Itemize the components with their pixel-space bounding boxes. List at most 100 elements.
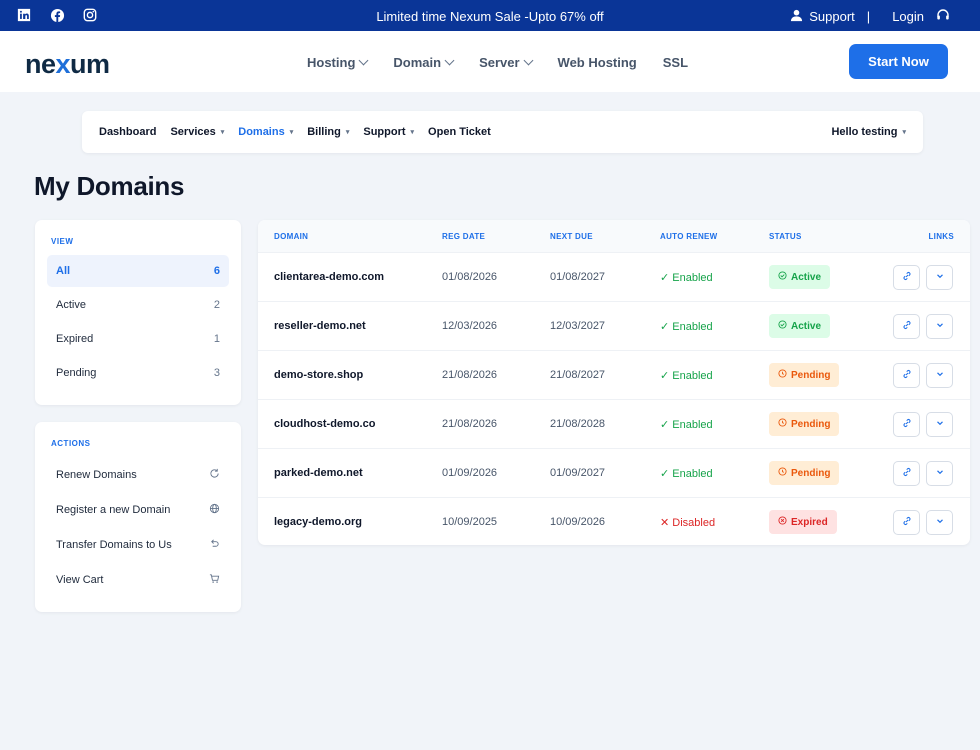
manage-link-button[interactable] — [893, 510, 920, 535]
link-icon — [902, 516, 912, 529]
subnav-open-ticket[interactable]: Open Ticket — [428, 126, 491, 138]
domain-name[interactable]: legacy-demo.org — [274, 516, 362, 528]
caret-down-icon: ▾ — [345, 129, 350, 136]
status-badge: Expired — [769, 510, 837, 534]
subnav-support[interactable]: Support ▾ — [363, 126, 414, 138]
view-cart-link[interactable]: View Cart — [56, 573, 220, 587]
transfer-domains-link[interactable]: Transfer Domains to Us — [56, 538, 220, 552]
chevron-down-icon — [935, 271, 945, 284]
caret-down-icon: ▾ — [410, 129, 415, 136]
view-filter-card: VIEW All 6 Active 2 Expired 1 Pending 3 — [35, 220, 241, 405]
globe-icon — [209, 503, 220, 517]
next-due: 01/09/2027 — [550, 467, 606, 479]
table-row[interactable]: reseller-demo.net 12/03/2026 12/03/2027 … — [258, 302, 970, 351]
refresh-icon — [209, 468, 220, 482]
manage-link-button[interactable] — [893, 412, 920, 437]
manage-link-button[interactable] — [893, 265, 920, 290]
actions-card: ACTIONS Renew Domains Register a new Dom… — [35, 422, 241, 612]
link-icon — [902, 418, 912, 431]
domain-name[interactable]: clientarea-demo.com — [274, 271, 384, 283]
x-circle-icon — [778, 516, 787, 528]
domain-name[interactable]: demo-store.shop — [274, 369, 363, 381]
domain-name[interactable]: reseller-demo.net — [274, 320, 366, 332]
manage-link-button[interactable] — [893, 461, 920, 486]
login-link[interactable]: Login — [892, 9, 924, 24]
site-header: nexum Hosting Domain Server Web Hosting … — [0, 31, 980, 92]
actions-title: ACTIONS — [51, 439, 91, 448]
expand-row-button[interactable] — [926, 363, 953, 388]
expand-row-button[interactable] — [926, 412, 953, 437]
col-status[interactable]: STATUS — [769, 232, 802, 241]
support-link[interactable]: Support — [809, 9, 855, 24]
filter-expired[interactable]: Expired 1 — [47, 323, 229, 355]
chevron-down-icon — [444, 55, 455, 66]
start-now-button[interactable]: Start Now — [849, 44, 948, 79]
next-due: 01/08/2027 — [550, 271, 606, 283]
nexum-logo[interactable]: nexum — [25, 49, 110, 80]
client-area-nav: Dashboard Services ▾ Domains ▾ Billing ▾ Su… — [82, 111, 923, 153]
nav-hosting[interactable]: Hosting — [307, 55, 369, 70]
col-auto-renew[interactable]: AUTO RENEW — [660, 232, 718, 241]
table-row[interactable]: demo-store.shop 21/08/2026 21/08/2027 ✓ … — [258, 351, 970, 400]
link-icon — [902, 271, 912, 284]
table-row[interactable]: legacy-demo.org 10/09/2025 10/09/2026 ✕ … — [258, 498, 970, 545]
domains-table: DOMAIN REG DATE NEXT DUE AUTO RENEW STAT… — [258, 220, 970, 545]
filter-active[interactable]: Active 2 — [47, 289, 229, 321]
manage-link-button[interactable] — [893, 363, 920, 388]
domain-name[interactable]: parked-demo.net — [274, 467, 363, 479]
expand-row-button[interactable] — [926, 510, 953, 535]
nav-web-hosting[interactable]: Web Hosting — [558, 55, 637, 70]
reg-date: 01/09/2026 — [442, 467, 498, 479]
expand-row-button[interactable] — [926, 461, 953, 486]
col-next-due[interactable]: NEXT DUE — [550, 232, 593, 241]
check-circle-icon — [778, 271, 787, 283]
main-nav: Hosting Domain Server Web Hosting SSL — [307, 55, 688, 70]
chevron-down-icon — [935, 320, 945, 333]
table-row[interactable]: cloudhost-demo.co 21/08/2026 21/08/2028 … — [258, 400, 970, 449]
status-badge: Active — [769, 314, 831, 338]
chevron-down-icon — [358, 55, 369, 66]
renew-domains-link[interactable]: Renew Domains — [56, 468, 220, 482]
user-menu[interactable]: Hello testing ▾ — [831, 126, 906, 138]
col-domain[interactable]: DOMAIN — [274, 232, 308, 241]
chevron-down-icon — [935, 516, 945, 529]
caret-down-icon: ▾ — [220, 129, 225, 136]
page-title: My Domains — [34, 171, 185, 201]
auto-renew-status: ✓ Enabled — [660, 321, 713, 333]
subnav-domains[interactable]: Domains ▾ — [238, 126, 293, 138]
divider: | — [866, 9, 871, 24]
nav-domain[interactable]: Domain — [393, 55, 455, 70]
reg-date: 10/09/2025 — [442, 516, 498, 528]
clock-icon — [778, 418, 787, 430]
headset-icon[interactable] — [936, 8, 950, 25]
table-row[interactable]: parked-demo.net 01/09/2026 01/09/2027 ✓ … — [258, 449, 970, 498]
next-due: 10/09/2026 — [550, 516, 606, 528]
table-row[interactable]: clientarea-demo.com 01/08/2026 01/08/202… — [258, 253, 970, 302]
status-badge: Pending — [769, 461, 840, 485]
subnav-billing[interactable]: Billing ▾ — [307, 126, 349, 138]
promo-banner: Limited time Nexum Sale -Upto 67% off Su… — [0, 0, 980, 31]
chevron-down-icon — [523, 55, 533, 66]
expand-row-button[interactable] — [926, 314, 953, 339]
register-domain-link[interactable]: Register a new Domain — [56, 503, 220, 517]
subnav-services[interactable]: Services ▾ — [170, 126, 224, 138]
status-badge: Pending — [769, 412, 840, 436]
expand-row-button[interactable] — [926, 265, 953, 290]
reg-date: 01/08/2026 — [442, 271, 498, 283]
manage-link-button[interactable] — [893, 314, 920, 339]
view-title: VIEW — [51, 237, 74, 246]
auto-renew-status: ✓ Enabled — [660, 272, 713, 284]
reg-date: 21/08/2026 — [442, 418, 498, 430]
col-reg-date[interactable]: REG DATE — [442, 232, 485, 241]
clock-icon — [778, 369, 787, 381]
nav-ssl[interactable]: SSL — [663, 55, 688, 70]
nav-server[interactable]: Server — [479, 55, 533, 70]
clock-icon — [778, 467, 787, 479]
subnav-dashboard[interactable]: Dashboard — [99, 126, 156, 138]
status-badge: Pending — [769, 363, 840, 387]
domain-name[interactable]: cloudhost-demo.co — [274, 418, 375, 430]
check-circle-icon — [778, 320, 787, 332]
filter-pending[interactable]: Pending 3 — [47, 357, 229, 389]
filter-all[interactable]: All 6 — [47, 255, 229, 287]
link-icon — [902, 369, 912, 382]
